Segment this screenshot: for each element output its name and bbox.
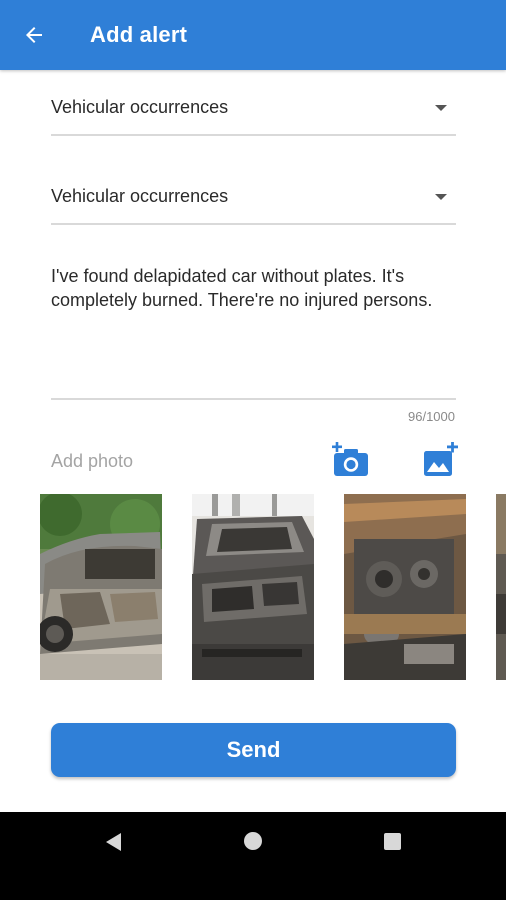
nav-home-icon[interactable] [244, 832, 262, 850]
add-camera-icon [332, 442, 368, 476]
add-photo-label: Add photo [51, 451, 134, 471]
category-dropdown-value: Vehicular occurrences [51, 97, 229, 117]
subcategory-dropdown-value: Vehicular occurrences [51, 186, 229, 206]
burned-car-photo [192, 494, 314, 680]
photo-thumbnail[interactable] [192, 494, 314, 680]
send-button-label: Send [226, 737, 281, 762]
back-button[interactable] [14, 17, 54, 53]
description-text: I've found delapidated car without plate… [51, 266, 433, 310]
system-navigation-bar [0, 812, 506, 900]
dropdown-arrow-icon [435, 194, 447, 200]
burned-engine-photo [344, 494, 466, 680]
photo-strip [0, 494, 506, 680]
burned-car-photo [40, 494, 162, 680]
nav-recent-icon[interactable] [384, 833, 401, 850]
send-button[interactable]: Send [51, 723, 456, 777]
dropdown-arrow-icon [435, 105, 447, 111]
add-image-icon [424, 441, 458, 476]
page-title: Add alert [90, 22, 188, 47]
category-dropdown[interactable]: Vehicular occurrences [51, 76, 456, 136]
arrow-back-icon [26, 27, 42, 43]
partial-photo [496, 494, 506, 680]
photo-thumbnail[interactable] [40, 494, 162, 680]
add-camera-button[interactable] [331, 442, 371, 478]
subcategory-dropdown[interactable]: Vehicular occurrences [51, 165, 456, 225]
photo-thumbnail[interactable] [496, 494, 506, 680]
description-input[interactable]: I've found delapidated car without plate… [51, 264, 456, 400]
character-counter: 96/1000 [408, 409, 455, 424]
add-gallery-button[interactable] [421, 441, 459, 478]
photo-thumbnail[interactable] [344, 494, 466, 680]
app-bar: Add alert [0, 0, 506, 70]
add-alert-screen: Add alert Vehicular occurrences Vehicula… [0, 0, 506, 900]
nav-back-icon[interactable] [104, 832, 122, 852]
